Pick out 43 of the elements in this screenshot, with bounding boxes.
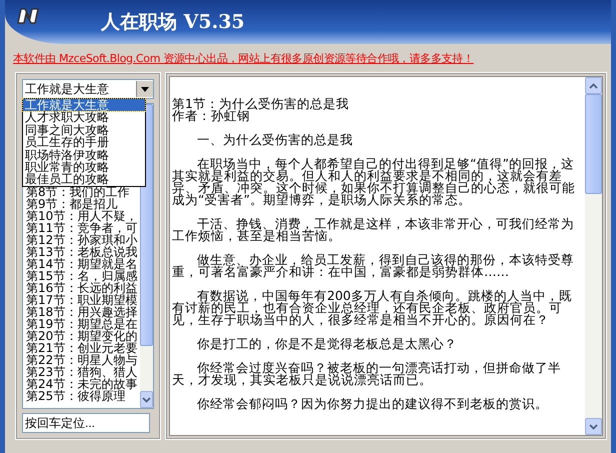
article-paragraph: 做生意、办企业，给员工发薪，得到自己该得的那份，本该特受尊重，可著名富豪严介和讲：在中国，富豪都是弱势群体…… — [172, 254, 575, 278]
chapter-item[interactable]: 第23节：猎狗、猎人 — [23, 366, 140, 378]
dropdown-option[interactable]: 同事之间大攻略 — [23, 124, 145, 136]
chapter-item[interactable]: 第10节：用人不疑， — [23, 210, 140, 222]
dropdown-option[interactable]: 员工生存的手册 — [23, 136, 145, 149]
chapter-item[interactable]: 第21节：创业元老要 — [23, 342, 140, 354]
chapter-item[interactable]: 第17节：职业期望模 — [23, 294, 140, 306]
article-paragraph: 你是打工的，你是不是觉得老板总是太黑心？ — [196, 338, 458, 350]
article-paragraph: 干活、挣钱、消费，工作就是这样，本该非常开心，可我们经常为工作烦恼，甚至是相当苦恼。 — [172, 218, 575, 242]
chapter-item[interactable]: 第13节：老板总说我 — [23, 246, 140, 258]
dropdown-option[interactable]: 人才求职大攻略 — [23, 111, 145, 124]
dropdown-option[interactable]: 职业常青的攻略 — [23, 161, 145, 174]
dropdown-option[interactable]: 最佳员工的攻略 — [23, 173, 145, 186]
chapter-item[interactable]: 第11节：竞争者，可 — [23, 222, 140, 234]
article-paragraph: 你经常会过度兴奋吗？被老板的一句漂亮话打动，但拼命做了半天，才发现，其实老板只是说说漂亮话而已。 — [172, 362, 562, 386]
chapter-item[interactable]: 第24节：未完的故事 — [23, 378, 140, 390]
dropdown-option[interactable]: 工作就是大生意 — [23, 99, 145, 112]
chapter-item[interactable]: 第16节：长远的利益 — [23, 282, 140, 294]
chapter-item[interactable]: 第25节：彼得原理 — [23, 390, 140, 402]
chapter-item[interactable]: 第20节：期望变化的 — [23, 330, 140, 342]
logo-icon — [15, 6, 41, 26]
scroll-down-icon[interactable] — [140, 391, 153, 408]
category-dropdown[interactable]: 工作就是大生意 — [22, 79, 154, 99]
article-paragraph: 你经常会郁闷吗？因为你努力提出的建议得不到老板的赏识。 — [196, 398, 549, 410]
chapter-item[interactable]: 第22节：明星人物与 — [23, 354, 140, 366]
author-line: 作者：孙虹钢 — [172, 110, 250, 122]
chapter-item[interactable]: 第12节：孙家琪和小 — [23, 234, 140, 246]
scroll-thumb[interactable] — [585, 94, 602, 194]
scrollbar[interactable] — [585, 77, 602, 435]
scroll-down-icon[interactable] — [585, 418, 602, 435]
locate-field[interactable]: 按回车定位... — [22, 413, 150, 433]
chapter-heading: 第1节：为什么受伤害的总是我 — [172, 98, 350, 110]
chapter-item[interactable]: 第14节：期望就是名 — [23, 258, 140, 270]
chapter-item[interactable]: 第9节：都是招儿 — [23, 198, 140, 210]
article-paragraph: 有数据说，中国每年有200多万人有自杀倾向。跳楼的人当中，既有讨薪的民工，也有合资企业总经理，还有民企老板、政府官员。可见，生存于职场当中的人，很多经常是相当不开心的。原因何在？ — [172, 290, 573, 326]
scroll-up-icon[interactable] — [585, 77, 602, 94]
chapter-item[interactable]: 第18节：用兴趣选择 — [23, 306, 140, 318]
dropdown-option[interactable]: 职场特洛伊攻略 — [23, 148, 145, 162]
chapter-item[interactable]: 第19节：期望总是在 — [23, 318, 140, 330]
window-title: 人在职场 V5.35 — [101, 10, 245, 35]
chapter-item[interactable]: 第15节：名，归属感 — [23, 270, 140, 282]
article-paragraph: 在职场当中，每个人都希望自己的付出得到足够“值得”的回报，这其实就是利益的交易。但人和人的利益要求是不相同的，这就会有差异、矛盾、冲突。这个时候，如果你不打算调整自己的心态，就很可能成为“受害者”。期望博弈，是职场人际关系的常态。 — [172, 158, 576, 206]
article-paragraph: 一、为什么受伤害的总是我 — [196, 134, 354, 146]
